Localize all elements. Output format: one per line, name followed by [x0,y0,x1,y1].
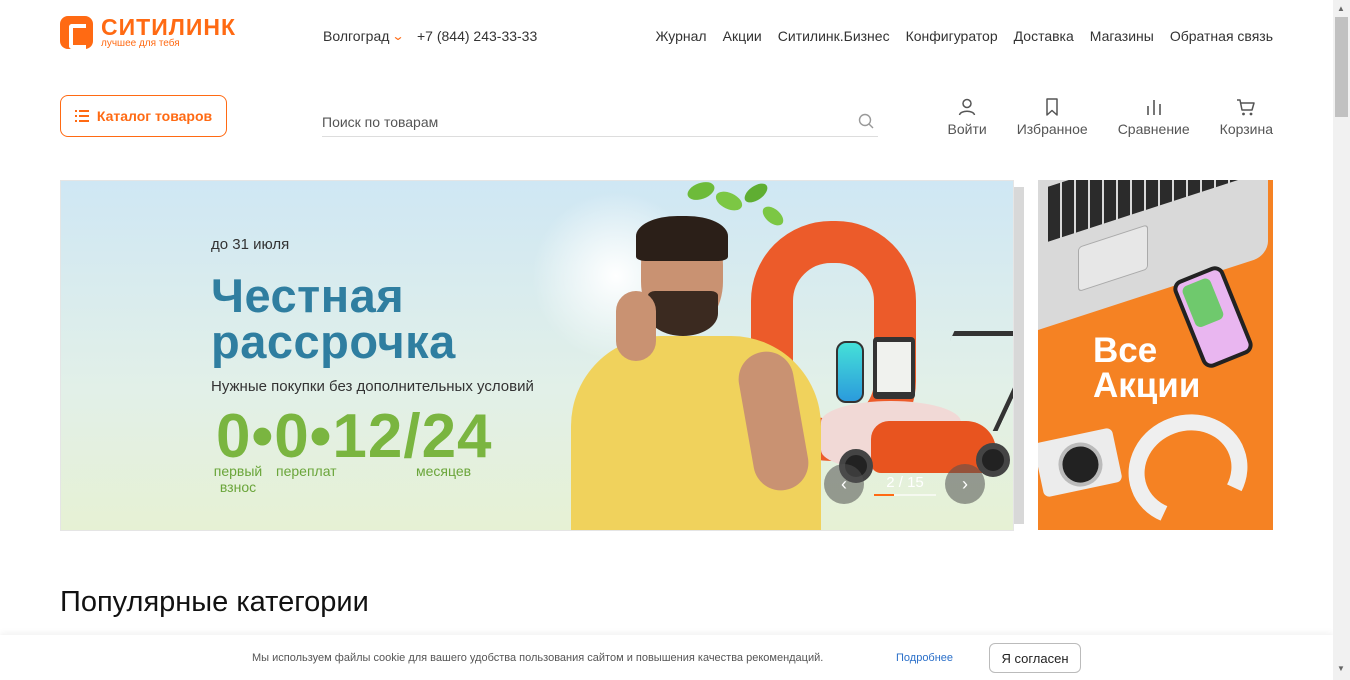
carousel-prev-button[interactable]: ‹ [824,464,864,504]
promo-title: Честная рассрочка [211,269,456,368]
cookie-banner: Мы используем файлы cookie для вашего уд… [0,635,1333,680]
scroll-down-arrow-icon[interactable]: ▼ [1337,664,1345,673]
carousel-progress [874,494,936,496]
ebook-image [873,337,915,399]
nav-link-business[interactable]: Ситилинк.Бизнес [778,28,890,44]
bookmark-icon [1046,98,1058,116]
nav-link-configurator[interactable]: Конфигуратор [906,28,998,44]
carousel-next-slide-edge [1014,187,1024,524]
cookie-text: Мы используем файлы cookie для вашего уд… [252,652,824,664]
promo-title-line1: Честная [211,269,405,322]
favorites-button[interactable]: Избранное [1017,97,1088,137]
login-label: Войти [947,121,987,137]
promo-subtitle: Нужные покупки без дополнительных услови… [211,378,534,395]
city-selector[interactable]: Волгоград ⌄ [323,28,405,44]
nav-link-journal[interactable]: Журнал [656,28,707,44]
promo-caption-months: месяцев [416,463,472,479]
search-input[interactable] [322,106,842,130]
login-button[interactable]: Войти [948,97,987,137]
nav-link-feedback[interactable]: Обратная связь [1170,28,1273,44]
scroll-up-arrow-icon[interactable]: ▲ [1337,4,1345,13]
logo-tagline: лучшее для тебя [101,38,180,49]
carousel-pager: 2 / 15 [886,474,924,491]
promo-title-line2: рассрочка [211,315,456,368]
promo-caption-overpay: переплат [276,463,337,479]
promo-terms: 0•0•12/24 [216,402,493,471]
chevron-down-icon: ⌄ [391,29,405,43]
promo-carousel[interactable]: до 31 июля Честная рассрочка Нужные поку… [60,180,1014,531]
promo-caption-first-payment: первый взнос [213,463,263,495]
compare-icon [1146,100,1161,115]
compare-button[interactable]: Сравнение [1118,97,1190,137]
user-icon [958,98,976,116]
logo-name: СИТИЛИНК [101,14,237,40]
compare-label: Сравнение [1117,121,1190,137]
scroll-thumb[interactable] [1335,17,1348,117]
mower-handle-image [907,331,1013,431]
nav-link-delivery[interactable]: Доставка [1014,28,1074,44]
logo-mark-icon [60,16,93,49]
cart-icon [1237,99,1256,116]
camera-image [1038,427,1123,498]
logo[interactable]: СИТИЛИНК лучшее для тебя [60,16,236,49]
cookie-more-link[interactable]: Подробнее [896,652,953,664]
promo-date: до 31 июля [211,236,290,253]
catalog-label: Каталог товаров [96,108,213,124]
search-icon[interactable] [858,113,874,129]
cart-button[interactable]: Корзина [1220,97,1273,137]
headphones-image [1112,397,1264,530]
nav-link-stores[interactable]: Магазины [1090,28,1154,44]
favorites-label: Избранное [1016,121,1088,137]
person-image [556,216,856,530]
list-icon [74,110,89,122]
phone-number[interactable]: +7 (844) 243-33-33 [417,28,537,44]
all-promos-text: Все Акции [1093,333,1200,403]
catalog-button[interactable]: Каталог товаров [60,95,227,137]
header-actions: Войти Избранное Сравнение Корзина [948,97,1273,137]
city-label: Волгоград [323,28,390,44]
section-title-popular: Популярные категории [60,586,369,618]
page-scrollbar[interactable]: ▲ ▼ [1333,0,1350,680]
search-bar [322,106,878,137]
all-promos-line1: Все [1093,331,1158,370]
all-promos-banner[interactable]: Все Акции [1038,180,1273,530]
all-promos-line2: Акции [1093,366,1201,405]
nav-link-promos[interactable]: Акции [723,28,762,44]
carousel-next-button[interactable]: › [945,464,985,504]
cart-label: Корзина [1219,121,1273,137]
top-nav: Журнал Акции Ситилинк.Бизнес Конфигурато… [656,28,1273,44]
cookie-accept-button[interactable]: Я согласен [989,643,1081,673]
